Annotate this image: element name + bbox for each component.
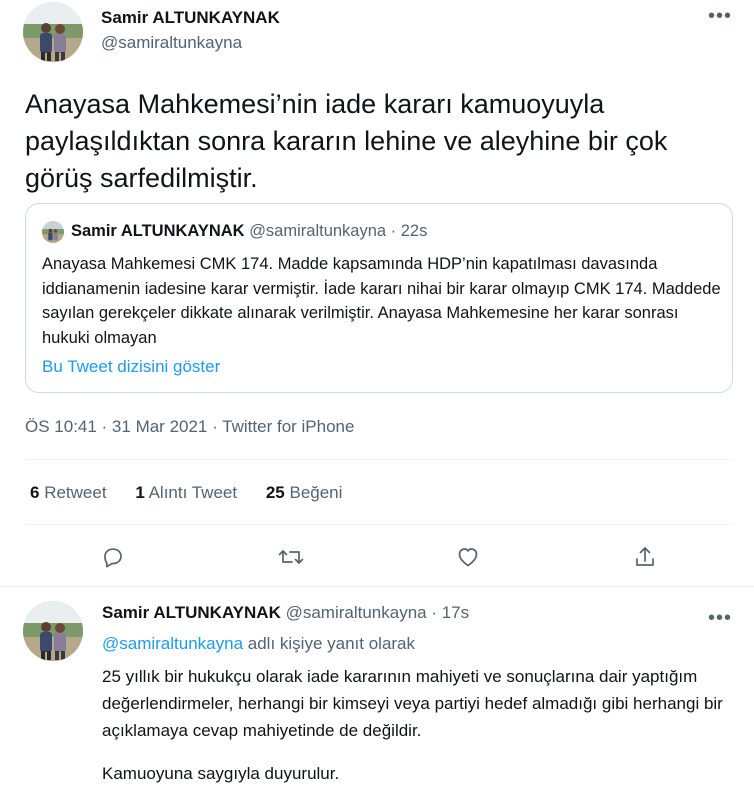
quoted-tweet-text: Anayasa Mahkemesi CMK 174. Madde kapsamı… [42,255,721,347]
reply-header: Samir ALTUNKAYNAK @samiraltunkayna · 17s [102,603,469,623]
retweets-count: 6 [30,483,40,502]
tweet-stats: 6 Retweet 1 Alıntı Tweet 25 Beğeni [30,483,366,503]
reply-text-closing: Kamuoyuna saygıyla duyurulur. [102,764,340,783]
quoted-author-avatar [42,221,64,243]
quoted-tweet[interactable]: Samir ALTUNKAYNAK @samiraltunkayna · 22s… [25,203,733,393]
retweet-icon[interactable] [276,542,306,572]
like-icon[interactable] [453,542,483,572]
quoted-header: Samir ALTUNKAYNAK @samiraltunkayna · 22s [71,222,427,241]
likes-label: Beğeni [289,483,343,502]
reply-mention-link[interactable]: @samiraltunkayna [102,634,243,653]
show-thread-link[interactable]: Bu Tweet dizisini göster [42,357,220,377]
reply-icon[interactable] [98,542,128,572]
quoted-author-meta: @samiraltunkayna · 22s [249,222,428,240]
more-horizontal-icon[interactable]: ••• [708,6,732,26]
retweets-label: Retweet [44,483,107,502]
likes-stat[interactable]: 25 Beğeni [266,483,343,503]
reply-author-meta[interactable]: @samiraltunkayna · 17s [286,603,470,622]
reply-author-avatar[interactable] [23,601,83,661]
author-name[interactable]: Samir ALTUNKAYNAK [101,8,280,28]
quotes-stat[interactable]: 1 Alıntı Tweet [135,483,237,503]
author-avatar[interactable] [23,2,83,62]
quotes-count: 1 [135,483,145,502]
reply-text: 25 yıllık bir hukukçu olarak iade kararı… [102,667,723,740]
main-tweet: Samir ALTUNKAYNAK @samiraltunkayna ••• A… [0,0,754,587]
tweet-text: Anayasa Mahkemesi’nin iade kararı kamuoy… [25,89,668,193]
reply-to-label: adlı kişiye yanıt olarak [243,634,416,653]
likes-count: 25 [265,483,285,502]
retweets-stat[interactable]: 6 Retweet [30,483,107,503]
more-horizontal-icon[interactable]: ••• [708,608,732,628]
author-handle[interactable]: @samiraltunkayna [101,33,242,53]
reply-author-name[interactable]: Samir ALTUNKAYNAK [102,603,281,622]
divider [25,459,733,460]
reply-tweet[interactable]: Samir ALTUNKAYNAK @samiraltunkayna · 17s… [0,588,754,797]
tweet-timestamp[interactable]: ÖS 10:41 · 31 Mar 2021 · Twitter for iPh… [25,417,354,437]
share-icon[interactable] [630,542,660,572]
quotes-label: Alıntı Tweet [148,483,238,502]
divider [25,524,733,525]
quoted-author-name: Samir ALTUNKAYNAK [71,222,245,240]
replying-to: @samiraltunkayna adlı kişiye yanıt olara… [102,634,415,654]
